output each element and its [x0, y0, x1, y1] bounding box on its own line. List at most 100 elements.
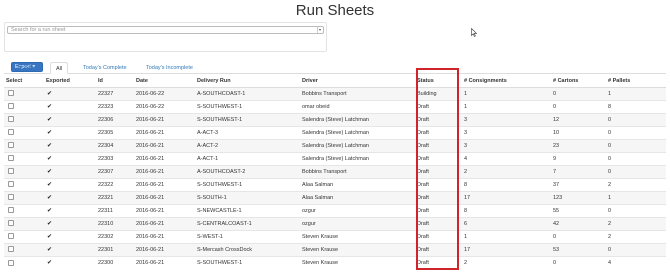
cell-date: 2016-06-21: [134, 216, 195, 230]
filter-tabs: ▼ Filter All Today's Complete Today's In…: [4, 62, 666, 74]
cell-consignments: 3: [462, 125, 551, 139]
table-header-row: Select Exported Id Date Delivery Run Dri…: [4, 76, 666, 88]
cell-status: Draft: [415, 151, 462, 165]
cell-delivery-run: S-SOUTH-1: [195, 190, 300, 204]
row-select-checkbox[interactable]: [8, 194, 14, 201]
cell-status: Draft: [415, 125, 462, 139]
cell-status: Draft: [415, 255, 462, 269]
col-header-cartons[interactable]: # Cartons: [551, 76, 606, 88]
col-header-pallets[interactable]: # Pallets: [606, 76, 666, 88]
table-row[interactable]: ✔ 22306 2016-06-21 S-SOUTHWEST-1 Salendra (S…: [4, 112, 666, 126]
row-select-checkbox[interactable]: [8, 155, 14, 162]
cell-driver: Bobbins Transport: [300, 164, 415, 178]
row-select-checkbox[interactable]: [8, 220, 14, 227]
cell-select: [4, 190, 44, 204]
cell-status: Draft: [415, 177, 462, 191]
cell-driver: omar obeid: [300, 99, 415, 113]
cell-date: 2016-06-21: [134, 151, 195, 165]
cell-cartons: 53: [551, 242, 606, 256]
table-row[interactable]: ✔ 22304 2016-06-21 A-ACT-2 Salendra (Steve) …: [4, 138, 666, 152]
row-select-checkbox[interactable]: [8, 168, 14, 175]
row-select-checkbox[interactable]: [8, 116, 14, 123]
cell-id: 22306: [96, 112, 134, 126]
cell-select: [4, 99, 44, 113]
cell-driver: Alaa Salman: [300, 177, 415, 191]
table-row[interactable]: ✔ 22327 2016-06-22 A-SOUTHCOAST-1 Bobbins Tr…: [4, 86, 666, 100]
table-row[interactable]: ✔ 22321 2016-06-21 S-SOUTH-1 Alaa Salman Draf…: [4, 190, 666, 204]
table-row[interactable]: ✔ 22310 2016-06-21 S-CENTRALCOAST-1 ozgur Dra…: [4, 216, 666, 230]
cell-date: 2016-06-21: [134, 138, 195, 152]
table-row[interactable]: ✔ 22301 2016-06-21 S-Mercash CrossDock Steve…: [4, 242, 666, 256]
mouse-cursor-icon: [471, 28, 477, 37]
cell-consignments: 1: [462, 86, 551, 100]
cell-date: 2016-06-21: [134, 190, 195, 204]
cell-cartons: 10: [551, 125, 606, 139]
tab-todays-incomplete[interactable]: Today's Incomplete: [146, 62, 193, 74]
cell-select: [4, 229, 44, 243]
row-select-checkbox[interactable]: [8, 90, 14, 97]
run-sheet-search-select[interactable]: Search for a run sheet ▾: [7, 26, 324, 34]
table-row[interactable]: ✔ 22311 2016-06-21 S-NEWCASTLE-1 ozgur Draft 8…: [4, 203, 666, 217]
cell-delivery-run: A-ACT-1: [195, 151, 300, 165]
row-select-checkbox[interactable]: [8, 129, 14, 136]
col-header-select[interactable]: Select: [4, 76, 44, 88]
cell-delivery-run: S-CENTRALCOAST-1: [195, 216, 300, 230]
cell-id: 22305: [96, 125, 134, 139]
checkmark-icon: ✔: [47, 104, 53, 110]
table-row[interactable]: ✔ 22303 2016-06-21 A-ACT-1 Salendra (Steve) …: [4, 151, 666, 165]
cell-pallets: 0: [606, 112, 666, 126]
table-row[interactable]: ✔ 22322 2016-06-21 S-SOUTHWEST-1 Alaa Salman…: [4, 177, 666, 191]
table-row[interactable]: ✔ 22300 2016-06-21 S-SOUTHWEST-1 Steven Krau…: [4, 255, 666, 269]
cell-select: [4, 112, 44, 126]
tab-all[interactable]: All: [50, 62, 69, 74]
cell-id: 22323: [96, 99, 134, 113]
cell-consignments: 1: [462, 229, 551, 243]
table-row[interactable]: ✔ 22302 2016-06-21 S-WEST-1 Steven Krause Dra…: [4, 229, 666, 243]
cell-exported: ✔: [44, 112, 96, 126]
cell-exported: ✔: [44, 255, 96, 269]
table-row[interactable]: ✔ 22323 2016-06-22 S-SOUTHWEST-1 omar obeid D…: [4, 99, 666, 113]
cell-date: 2016-06-21: [134, 242, 195, 256]
col-header-delivery-run[interactable]: Delivery Run: [195, 76, 300, 88]
cell-driver: Steven Krause: [300, 255, 415, 269]
col-header-driver[interactable]: Driver: [300, 76, 415, 88]
tab-todays-complete[interactable]: Today's Complete: [83, 62, 127, 74]
cell-delivery-run: S-NEWCASTLE-1: [195, 203, 300, 217]
row-select-checkbox[interactable]: [8, 103, 14, 110]
cell-consignments: 8: [462, 177, 551, 191]
cell-consignments: 17: [462, 242, 551, 256]
table-row[interactable]: ✔ 22307 2016-06-21 A-SOUTHCOAST-2 Bobbins Tr…: [4, 164, 666, 178]
row-select-checkbox[interactable]: [8, 207, 14, 214]
cell-pallets: 2: [606, 216, 666, 230]
col-header-status[interactable]: Status: [415, 76, 462, 88]
cell-status: Draft: [415, 164, 462, 178]
col-header-exported[interactable]: Exported: [44, 76, 96, 88]
table-row[interactable]: ✔ 22305 2016-06-21 A-ACT-3 Salendra (Steve) …: [4, 125, 666, 139]
checkmark-icon: ✔: [47, 195, 53, 201]
row-select-checkbox[interactable]: [8, 246, 14, 253]
cell-exported: ✔: [44, 216, 96, 230]
row-select-checkbox[interactable]: [8, 181, 14, 188]
cell-delivery-run: S-SOUTHWEST-1: [195, 112, 300, 126]
col-header-consignments[interactable]: # Consignments: [462, 76, 551, 88]
cell-delivery-run: S-SOUTHWEST-1: [195, 99, 300, 113]
cell-consignments: 2: [462, 255, 551, 269]
col-header-id[interactable]: Id: [96, 76, 134, 88]
cell-date: 2016-06-21: [134, 255, 195, 269]
cell-delivery-run: A-SOUTHCOAST-1: [195, 86, 300, 100]
row-select-checkbox[interactable]: [8, 233, 14, 240]
cell-driver: ozgur: [300, 216, 415, 230]
cell-delivery-run: S-WEST-1: [195, 229, 300, 243]
filter-toggle[interactable]: ▼ Filter: [18, 62, 37, 74]
cell-delivery-run: A-SOUTHCOAST-2: [195, 164, 300, 178]
row-select-checkbox[interactable]: [8, 142, 14, 149]
cell-status: Draft: [415, 216, 462, 230]
cell-exported: ✔: [44, 99, 96, 113]
cell-exported: ✔: [44, 190, 96, 204]
cell-status: Draft: [415, 112, 462, 126]
cell-delivery-run: S-SOUTHWEST-1: [195, 177, 300, 191]
cell-delivery-run: A-ACT-2: [195, 138, 300, 152]
row-select-checkbox[interactable]: [8, 259, 14, 266]
col-header-date[interactable]: Date: [134, 76, 195, 88]
checkmark-icon: ✔: [47, 91, 53, 97]
